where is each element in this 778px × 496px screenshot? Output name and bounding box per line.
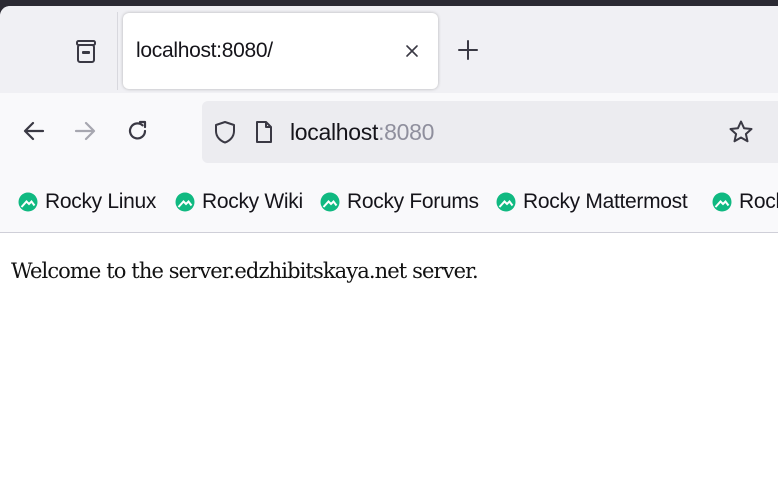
arrow-right-icon — [74, 121, 96, 141]
page-content: Welcome to the server.edzhibitskaya.net … — [0, 233, 778, 496]
bookmark-label: Rocky Forums — [347, 190, 479, 213]
bookmark-label: Rock — [739, 190, 778, 213]
bookmark-item[interactable]: Rock — [712, 172, 778, 232]
tab-strip: localhost:8080/ — [0, 6, 778, 93]
forward-button[interactable] — [67, 113, 103, 149]
bookmark-item[interactable]: Rocky Forums — [320, 172, 479, 232]
rocky-logo-icon — [320, 192, 340, 212]
arrow-left-icon — [23, 121, 45, 141]
page-icon[interactable] — [255, 120, 273, 144]
url-text[interactable]: localhost:8080 — [290, 101, 434, 163]
firefox-view-button[interactable] — [60, 32, 112, 72]
url-port: :8080 — [378, 119, 435, 145]
back-button[interactable] — [16, 113, 52, 149]
tab-title: localhost:8080/ — [136, 39, 273, 62]
bookmarks-toolbar: Rocky Linux Rocky Wiki Rocky Forums Rock… — [0, 172, 778, 233]
bookmark-item[interactable]: Rocky Mattermost — [496, 172, 688, 232]
new-tab-button[interactable] — [450, 32, 486, 68]
rocky-logo-icon — [175, 192, 195, 212]
rocky-logo-icon — [18, 192, 38, 212]
rocky-logo-icon — [496, 192, 516, 212]
tab-active[interactable]: localhost:8080/ — [123, 13, 438, 89]
tab-close-button[interactable] — [398, 37, 426, 65]
bookmark-label: Rocky Linux — [45, 190, 157, 213]
rocky-logo-icon — [712, 192, 732, 212]
star-icon[interactable] — [728, 119, 754, 145]
navigation-toolbar: localhost:8080 — [0, 93, 778, 172]
close-icon — [406, 45, 418, 57]
firefox-view-icon — [76, 40, 96, 63]
tab-separator — [117, 12, 118, 90]
browser-window: localhost:8080/ localhost:8080 Rocky Lin… — [0, 6, 778, 496]
url-host: localhost — [290, 119, 379, 145]
bookmark-item[interactable]: Rocky Wiki — [175, 172, 303, 232]
welcome-text: Welcome to the server.edzhibitskaya.net … — [11, 259, 479, 283]
bookmark-label: Rocky Wiki — [202, 190, 303, 213]
url-bar[interactable]: localhost:8080 — [202, 101, 778, 163]
shield-icon[interactable] — [214, 120, 236, 144]
bookmark-label: Rocky Mattermost — [523, 190, 688, 213]
bookmark-item[interactable]: Rocky Linux — [18, 172, 156, 232]
plus-icon — [458, 40, 478, 60]
reload-button[interactable] — [120, 113, 156, 149]
reload-icon — [128, 120, 147, 140]
